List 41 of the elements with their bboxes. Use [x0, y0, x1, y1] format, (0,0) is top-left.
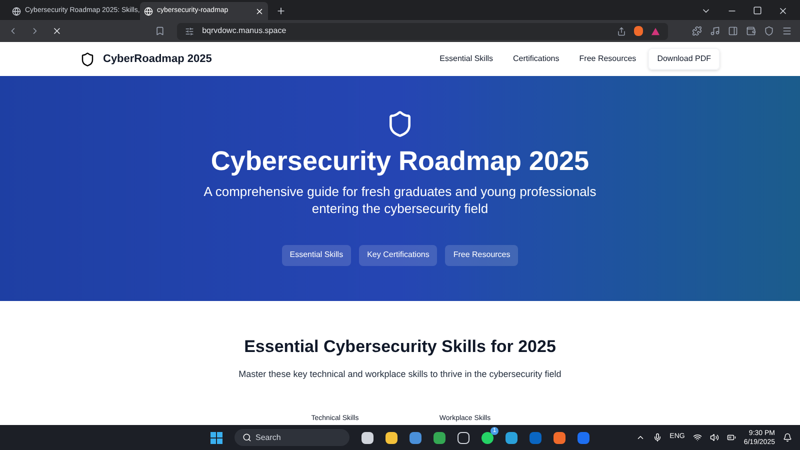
nav-link[interactable]: Free Resources — [571, 53, 644, 65]
section-subtitle: Master these key technical and workplace skills to thrive in the cybersecurity field — [238, 368, 562, 381]
share-icon[interactable] — [617, 26, 626, 36]
shield-logo-icon — [80, 52, 95, 66]
hero-title: Cybersecurity Roadmap 2025 — [210, 145, 590, 178]
bell-icon[interactable] — [783, 433, 792, 442]
sidebar-icon[interactable] — [728, 26, 738, 36]
mic-icon[interactable] — [652, 433, 662, 442]
nav-link[interactable]: Essential Skills — [432, 53, 502, 65]
wifi-icon[interactable] — [692, 433, 702, 442]
nav-link[interactable]: Certifications — [505, 53, 568, 65]
search-icon — [242, 433, 252, 442]
wallet-icon[interactable] — [746, 26, 756, 36]
close-icon[interactable] — [778, 6, 788, 16]
site-settings-icon — [185, 26, 194, 36]
triangle-icon[interactable] — [651, 26, 660, 36]
shield-icon[interactable] — [764, 26, 774, 36]
brand-name[interactable]: CyberRoadmap 2025 — [103, 50, 212, 68]
globe-icon — [12, 6, 21, 16]
hero-subtitle: A comprehensive guide for fresh graduates and young professionals entering the cybersecurity field — [202, 182, 598, 217]
download-button[interactable]: Download PDF — [648, 48, 720, 70]
menu-icon[interactable] — [782, 26, 792, 36]
bookmark-icon[interactable] — [155, 26, 166, 36]
stop-icon[interactable] — [52, 26, 62, 36]
maximize-icon[interactable] — [753, 6, 762, 15]
chevron-up-icon[interactable] — [636, 433, 645, 442]
globe-icon — [144, 6, 153, 16]
hero-button[interactable]: Essential Skills — [282, 244, 352, 266]
section-title: Essential Cybersecurity Skills for 2025 — [244, 336, 556, 358]
hero-button[interactable]: Free Resources — [445, 244, 518, 266]
windows-icon[interactable] — [210, 432, 222, 444]
volume-icon[interactable] — [710, 433, 719, 442]
close-icon[interactable] — [255, 6, 264, 16]
url-text: bqrvdowc.manus.space — [202, 25, 288, 37]
music-icon[interactable] — [710, 26, 720, 36]
puzzle-icon[interactable] — [692, 26, 702, 36]
battery-icon[interactable] — [726, 433, 736, 442]
new-tab-icon[interactable] — [276, 6, 286, 16]
search-field[interactable]: Search — [234, 429, 350, 446]
address-bar[interactable]: bqrvdowc.manus.space — [177, 22, 668, 40]
hero-button[interactable]: Key Certifications — [359, 244, 438, 266]
